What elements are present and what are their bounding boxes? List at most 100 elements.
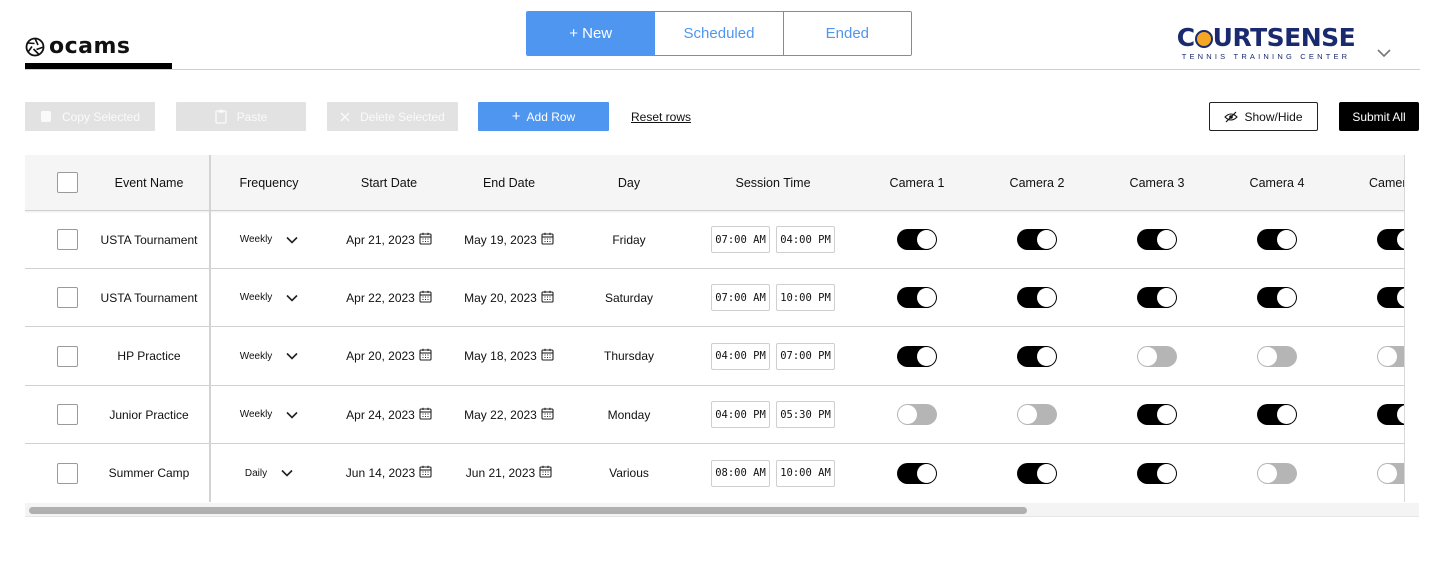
- chevron-down-icon: [286, 411, 298, 419]
- event-name-cell[interactable]: Junior Practice: [89, 386, 209, 443]
- tab-scheduled[interactable]: Scheduled: [654, 12, 783, 55]
- camera-3-toggle[interactable]: [1137, 229, 1177, 250]
- camera-1-toggle[interactable]: [897, 287, 937, 309]
- select-all-checkbox[interactable]: [56, 172, 78, 193]
- start-date-picker[interactable]: Apr 21, 2023: [329, 211, 449, 268]
- ocams-logo[interactable]: ocams: [25, 34, 131, 59]
- end-time-input[interactable]: 10:00 AM: [776, 459, 835, 487]
- end-date-picker[interactable]: Jun 21, 2023: [449, 445, 569, 502]
- start-time-input[interactable]: 07:00 AM: [711, 226, 770, 253]
- row-checkbox[interactable]: [56, 404, 78, 426]
- end-date-picker[interactable]: May 20, 2023: [449, 269, 569, 326]
- frequency-select[interactable]: Weekly: [209, 386, 329, 443]
- camera-2-toggle[interactable]: [1017, 287, 1057, 309]
- header-end-date[interactable]: End Date: [449, 155, 569, 210]
- session-time-cell: 07:00 AM 10:00 PM: [689, 269, 857, 326]
- camera-2-cell: [977, 386, 1097, 443]
- frequency-select[interactable]: Weekly: [209, 211, 329, 268]
- row-checkbox[interactable]: [56, 229, 78, 250]
- header-day[interactable]: Day: [569, 155, 689, 210]
- camera-2-toggle[interactable]: [1017, 345, 1057, 367]
- end-time-input[interactable]: 05:30 PM: [776, 401, 835, 429]
- camera-3-cell: [1097, 211, 1217, 268]
- end-date-picker[interactable]: May 18, 2023: [449, 328, 569, 385]
- camera-2-toggle[interactable]: [1017, 462, 1057, 484]
- camera-1-toggle[interactable]: [897, 345, 937, 367]
- camera-4-toggle[interactable]: [1257, 462, 1297, 484]
- row-checkbox[interactable]: [56, 462, 78, 484]
- header-camera-1[interactable]: Camera 1: [857, 155, 977, 210]
- camera-2-cell: [977, 269, 1097, 326]
- camera-4-toggle[interactable]: [1257, 287, 1297, 309]
- start-time-input[interactable]: 04:00 PM: [711, 342, 770, 370]
- start-time-input[interactable]: 04:00 PM: [711, 401, 770, 429]
- end-date-picker[interactable]: May 22, 2023: [449, 386, 569, 443]
- camera-1-toggle[interactable]: [897, 462, 937, 484]
- start-date-picker[interactable]: Apr 20, 2023: [329, 328, 449, 385]
- header-start-date[interactable]: Start Date: [329, 155, 449, 210]
- header-camera-2[interactable]: Camera 2: [977, 155, 1097, 210]
- camera-3-toggle[interactable]: [1137, 404, 1177, 426]
- camera-1-toggle[interactable]: [897, 229, 937, 250]
- header-session-time[interactable]: Session Time: [689, 155, 857, 210]
- end-date-picker[interactable]: May 19, 2023: [449, 211, 569, 268]
- horizontal-scrollbar[interactable]: [25, 503, 1419, 517]
- camera-2-cell: [977, 328, 1097, 385]
- eye-slash-icon: [1224, 111, 1239, 123]
- event-name-cell[interactable]: USTA Tournament: [89, 211, 209, 268]
- delete-selected-button[interactable]: Delete Selected: [327, 102, 458, 131]
- frequency-select[interactable]: Weekly: [209, 269, 329, 326]
- start-date-picker[interactable]: Jun 14, 2023: [329, 445, 449, 502]
- horizontal-scrollbar-thumb[interactable]: [29, 507, 1027, 514]
- table-row: Summer Camp Daily Jun 14, 2023 Jun 21, 2023…: [25, 445, 1405, 502]
- camera-5-toggle[interactable]: [1377, 404, 1405, 426]
- camera-4-toggle[interactable]: [1257, 345, 1297, 367]
- camera-5-toggle[interactable]: [1377, 229, 1405, 250]
- start-time-input[interactable]: 08:00 AM: [711, 459, 770, 487]
- camera-2-toggle[interactable]: [1017, 229, 1057, 250]
- show-hide-button[interactable]: Show/Hide: [1209, 102, 1318, 131]
- camera-5-toggle[interactable]: [1377, 345, 1405, 367]
- header-frequency[interactable]: Frequency: [209, 155, 329, 210]
- camera-3-toggle[interactable]: [1137, 462, 1177, 484]
- sticky-column-divider: [209, 155, 211, 502]
- tab-new[interactable]: + New: [527, 12, 655, 55]
- camera-4-toggle[interactable]: [1257, 229, 1297, 250]
- header-camera-5[interactable]: Camer: [1337, 155, 1405, 210]
- row-select-cell: [51, 211, 83, 268]
- header-camera-3[interactable]: Camera 3: [1097, 155, 1217, 210]
- end-time-input[interactable]: 07:00 PM: [776, 342, 835, 370]
- header-camera-4[interactable]: Camera 4: [1217, 155, 1337, 210]
- header-event-name[interactable]: Event Name: [89, 155, 209, 210]
- event-name-cell[interactable]: Summer Camp: [89, 445, 209, 502]
- start-date-picker[interactable]: Apr 22, 2023: [329, 269, 449, 326]
- event-name-cell[interactable]: HP Practice: [89, 328, 209, 385]
- camera-4-toggle[interactable]: [1257, 404, 1297, 426]
- submit-all-button[interactable]: Submit All: [1339, 102, 1419, 131]
- start-date-picker[interactable]: Apr 24, 2023: [329, 386, 449, 443]
- account-chevron-down-icon[interactable]: [1376, 46, 1392, 64]
- reset-rows-link[interactable]: Reset rows: [631, 110, 691, 124]
- calendar-icon: [541, 232, 554, 248]
- end-time-input[interactable]: 04:00 PM: [776, 226, 835, 253]
- camera-1-toggle[interactable]: [897, 404, 937, 426]
- camera-5-toggle[interactable]: [1377, 287, 1405, 309]
- camera-2-toggle[interactable]: [1017, 404, 1057, 426]
- copy-selected-button[interactable]: Copy Selected: [25, 102, 155, 131]
- day-cell: Thursday: [603, 349, 655, 364]
- frequency-select[interactable]: Weekly: [209, 328, 329, 385]
- events-table: Event Name Frequency Start Date End Date…: [25, 155, 1405, 502]
- frequency-select[interactable]: Daily: [209, 445, 329, 502]
- start-time-input[interactable]: 07:00 AM: [711, 284, 770, 312]
- camera-3-toggle[interactable]: [1137, 287, 1177, 309]
- row-checkbox[interactable]: [56, 287, 78, 309]
- end-time-input[interactable]: 10:00 PM: [776, 284, 835, 312]
- table-header-row: Event Name Frequency Start Date End Date…: [25, 155, 1405, 211]
- camera-5-toggle[interactable]: [1377, 462, 1405, 484]
- camera-3-toggle[interactable]: [1137, 345, 1177, 367]
- add-row-button[interactable]: + Add Row: [478, 102, 609, 131]
- tab-ended[interactable]: Ended: [782, 12, 911, 55]
- row-checkbox[interactable]: [56, 345, 78, 367]
- paste-button[interactable]: Paste: [176, 102, 306, 131]
- event-name-cell[interactable]: USTA Tournament: [89, 269, 209, 326]
